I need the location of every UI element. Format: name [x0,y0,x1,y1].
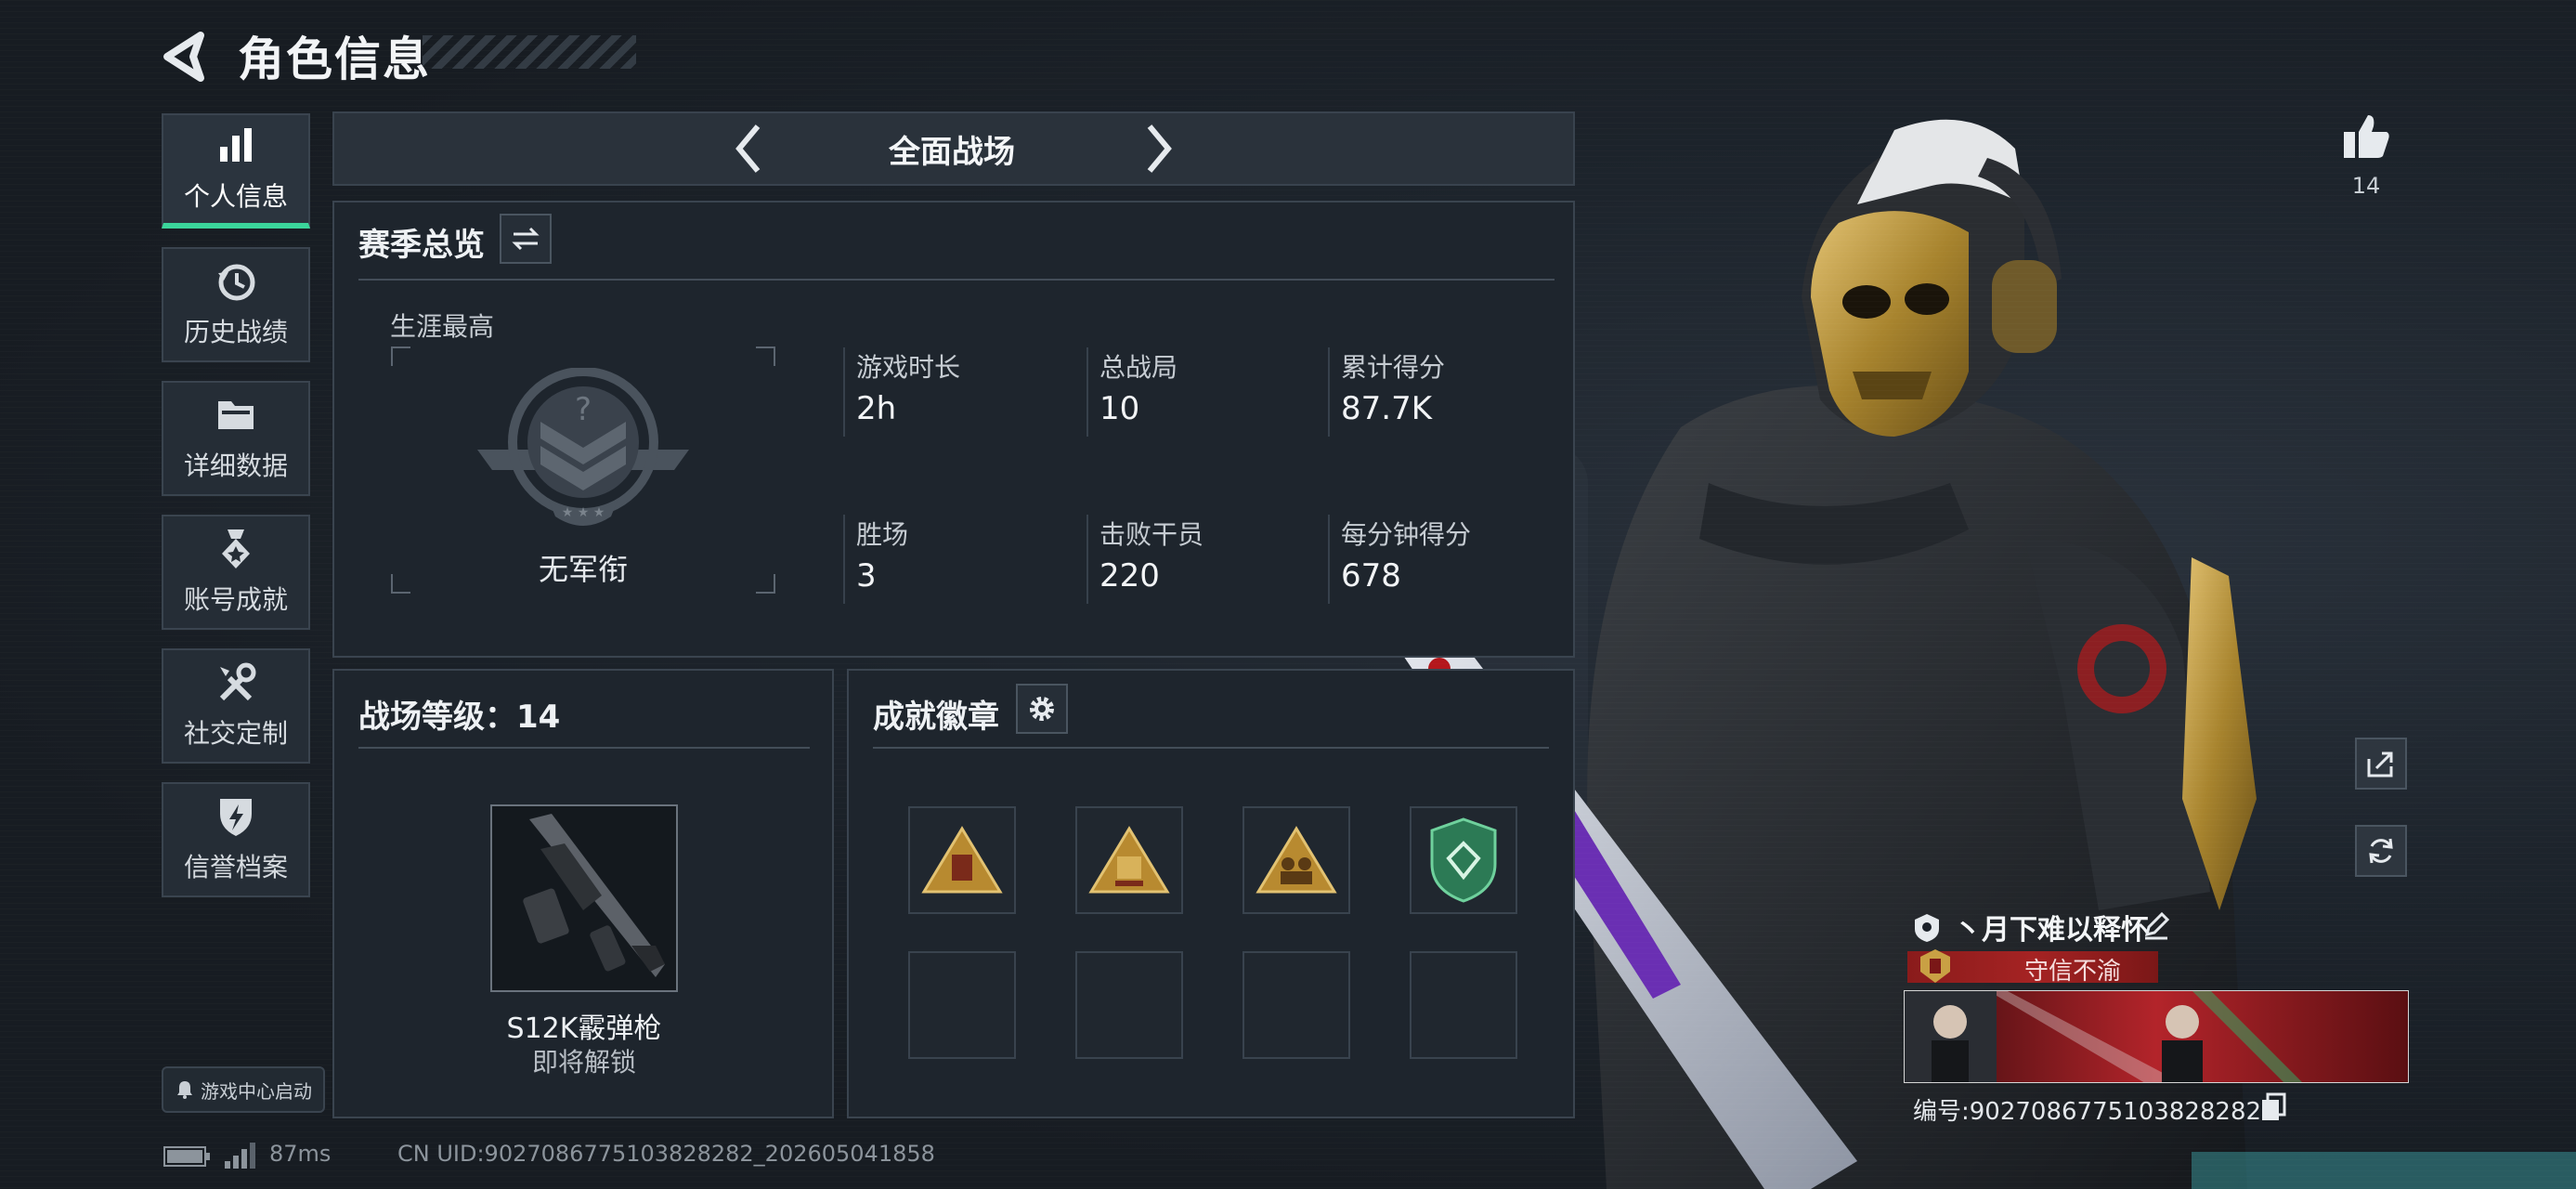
sidebar-item-personal-info[interactable]: 个人信息 [162,113,310,229]
green-shield-badge-icon [1430,817,1497,903]
history-clock-icon [218,264,255,301]
player-emblem-icon [1915,914,1939,942]
refresh-button[interactable] [2355,825,2407,877]
swap-arrows-icon [512,227,540,251]
stat-label: 累计得分 [1341,352,1446,383]
stat-label: 每分钟得分 [1341,519,1472,550]
weapon-name: S12K霰弹枪 [506,1013,662,1045]
svg-text:?: ? [575,391,592,428]
stat-label: 击败干员 [1099,519,1204,550]
section-divider [873,747,1549,749]
share-button[interactable] [2355,738,2407,790]
badge-slot-empty[interactable] [1242,951,1350,1059]
user-uid: CN UID:9027086775103828282_202605041858 [397,1141,935,1167]
badge-slot[interactable] [1242,806,1350,914]
sidebar-item-label: 账号成就 [183,584,288,615]
copy-icon[interactable] [2260,1092,2286,1122]
shotgun-icon [523,814,665,977]
share-icon [2367,751,2393,777]
gold-triangle-badge-icon [1255,826,1337,894]
sidebar-item-history[interactable]: 历史战绩 [162,247,310,362]
folder-icon [218,401,254,429]
stat-value: 3 [856,557,877,594]
badge-slot-empty[interactable] [1075,951,1183,1059]
badge-slot-empty[interactable] [1410,951,1517,1059]
mode-title: 全面战场 [889,134,1015,171]
stat-label: 游戏时长 [856,352,961,383]
honor-medal-icon [1920,949,1950,983]
bell-icon [177,1081,192,1099]
stat-value: 678 [1341,557,1401,594]
ping-readout: 87ms [269,1141,332,1167]
no-rank-emblem-icon: ? ★ ★ ★ [477,368,689,526]
gear-icon [1030,697,1054,721]
rank-name: 无军衔 [538,552,628,587]
sidebar-item-label: 个人信息 [183,181,288,212]
badge-slot[interactable] [1075,806,1183,914]
gold-triangle-badge-icon [921,826,1003,894]
sidebar-item-label: 历史战绩 [183,317,288,347]
title-decoration [423,35,636,69]
edit-pencil-icon[interactable] [2141,910,2171,940]
svg-text:★ ★ ★: ★ ★ ★ [562,505,605,520]
launch-label: 游戏中心启动 [201,1079,312,1103]
achievements-title: 成就徽章 [873,699,999,736]
stat-separator [1086,347,1088,437]
like-count: 14 [2351,173,2381,199]
badge-slot-empty[interactable] [908,951,1016,1059]
refresh-icon [2369,838,2393,864]
sidebar-item-reputation[interactable]: 信誉档案 [162,782,310,897]
stat-value: 87.7K [1341,390,1432,427]
weapon-status: 即将解锁 [531,1047,636,1078]
sidebar-item-achievements[interactable]: 账号成就 [162,515,310,630]
gold-triangle-badge-icon [1088,826,1170,894]
section-divider [358,747,810,749]
level-title: 战场等级：14 [358,699,561,736]
sidebar-item-social[interactable]: 社交定制 [162,648,310,764]
stat-value: 220 [1099,557,1160,594]
weapon-card[interactable] [490,804,678,992]
honor-title: 守信不渝 [2024,958,2122,986]
achievement-medal-icon [222,529,250,568]
game-center-launch-button[interactable]: 游戏中心启动 [162,1066,325,1113]
stat-value: 10 [1099,390,1140,427]
stat-separator [1328,515,1330,604]
badge-settings-button[interactable] [1016,684,1068,734]
career-high-label: 生涯最高 [390,311,495,342]
tools-icon [219,662,256,701]
switch-button[interactable] [500,214,552,264]
sidebar-item-label: 社交定制 [183,718,288,749]
stat-separator [1328,347,1330,437]
chevron-right-icon[interactable] [1135,119,1181,178]
page-title: 角色信息 [238,33,431,86]
thumbs-up-icon[interactable] [2340,110,2392,162]
season-title: 赛季总览 [358,227,485,264]
battery-icon [163,1146,210,1167]
player-banner[interactable] [1904,990,2409,1083]
stat-separator [843,515,845,604]
player-id: 编号:9027086775103828282 [1913,1098,2262,1126]
stat-label: 胜场 [856,519,909,550]
chevron-left-icon[interactable] [726,119,773,178]
stat-separator [1086,515,1088,604]
bar-chart-icon [220,128,252,162]
shield-lightning-icon [220,799,252,836]
sidebar-item-label: 详细数据 [183,451,288,481]
player-name: 丶月下难以释怀 [1954,914,2149,947]
badge-slot[interactable] [1410,806,1517,914]
signal-icon [225,1143,255,1169]
section-divider [358,279,1555,281]
stat-label: 总战局 [1099,352,1178,383]
sidebar-item-label: 信誉档案 [183,852,288,882]
sidebar-item-detailed-data[interactable]: 详细数据 [162,381,310,496]
badge-slot[interactable] [908,806,1016,914]
back-arrow-icon[interactable] [160,30,214,84]
stat-separator [843,347,845,437]
stat-value: 2h [856,390,897,427]
